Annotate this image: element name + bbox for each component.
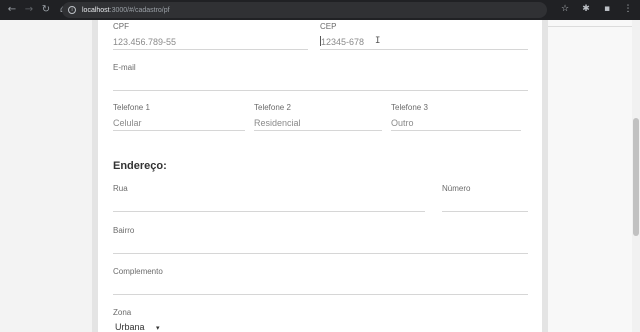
number-underline [442, 211, 528, 212]
street-label: Rua [113, 184, 128, 193]
url-host: localhost [82, 6, 110, 14]
street-input[interactable] [113, 198, 425, 209]
forward-arrow-icon[interactable]: → [22, 3, 36, 17]
right-margin [548, 20, 632, 332]
tel2-underline [254, 130, 382, 131]
scrollbar[interactable] [632, 20, 640, 332]
cep-label: CEP [320, 22, 337, 31]
email-input[interactable] [113, 78, 528, 89]
settings-extension-icon[interactable]: ✱ [580, 3, 592, 15]
cpf-label: CPF [113, 22, 129, 31]
tel3-underline [391, 130, 521, 131]
complement-input[interactable] [113, 281, 528, 292]
tel3-label: Telefone 3 [391, 103, 428, 112]
registration-form: CPF 123.456.789-55 CEP 12345-678 I E-mai… [98, 20, 542, 332]
email-underline [113, 90, 528, 91]
back-arrow-icon[interactable]: ← [5, 3, 19, 17]
zone-label: Zona [113, 308, 132, 317]
left-margin [0, 20, 92, 332]
neighborhood-input[interactable] [113, 240, 528, 251]
url-path: :3000/#/cadastro/pf [109, 6, 170, 14]
tel3-input[interactable]: Outro [391, 118, 414, 128]
email-label: E-mail [113, 63, 136, 72]
cep-underline [320, 49, 528, 50]
tel1-label: Telefone 1 [113, 103, 150, 112]
zone-select[interactable]: Urbana [115, 322, 145, 332]
star-icon[interactable]: ☆ [559, 3, 571, 15]
neighborhood-label: Bairro [113, 226, 135, 235]
info-icon[interactable]: i [68, 6, 76, 14]
address-bar[interactable]: i localhost:3000/#/cadastro/pf [62, 2, 547, 18]
url-text[interactable]: localhost:3000/#/cadastro/pf [82, 7, 170, 14]
complement-underline [113, 294, 528, 295]
cpf-input[interactable]: 123.456.789-55 [113, 37, 176, 47]
text-cursor-icon: I [375, 36, 381, 46]
address-section-title: Endereço: [113, 160, 167, 172]
page-content: CPF 123.456.789-55 CEP 12345-678 I E-mai… [0, 20, 640, 332]
browser-toolbar: ← → ↻ ⌂ i localhost:3000/#/cadastro/pf ☆… [0, 0, 640, 20]
number-input[interactable] [442, 198, 528, 209]
reload-icon[interactable]: ↻ [39, 3, 53, 17]
cpf-underline [113, 49, 308, 50]
street-underline [113, 211, 425, 212]
cep-input[interactable]: 12345-678 [321, 37, 364, 47]
complement-label: Complemento [113, 267, 163, 276]
tel1-underline [113, 130, 245, 131]
extensions-area: ☆ ✱ ▪ ⋮ [559, 3, 634, 15]
menu-icon[interactable]: ⋮ [622, 3, 634, 15]
neighborhood-underline [113, 253, 528, 254]
chevron-down-icon[interactable]: ▾ [156, 324, 160, 332]
number-label: Número [442, 184, 471, 193]
tel1-input[interactable]: Celular [113, 118, 142, 128]
scrollbar-thumb[interactable] [633, 118, 639, 236]
tel2-input[interactable]: Residencial [254, 118, 301, 128]
divider [548, 26, 632, 27]
extension-icon[interactable]: ▪ [601, 3, 613, 15]
tel2-label: Telefone 2 [254, 103, 291, 112]
